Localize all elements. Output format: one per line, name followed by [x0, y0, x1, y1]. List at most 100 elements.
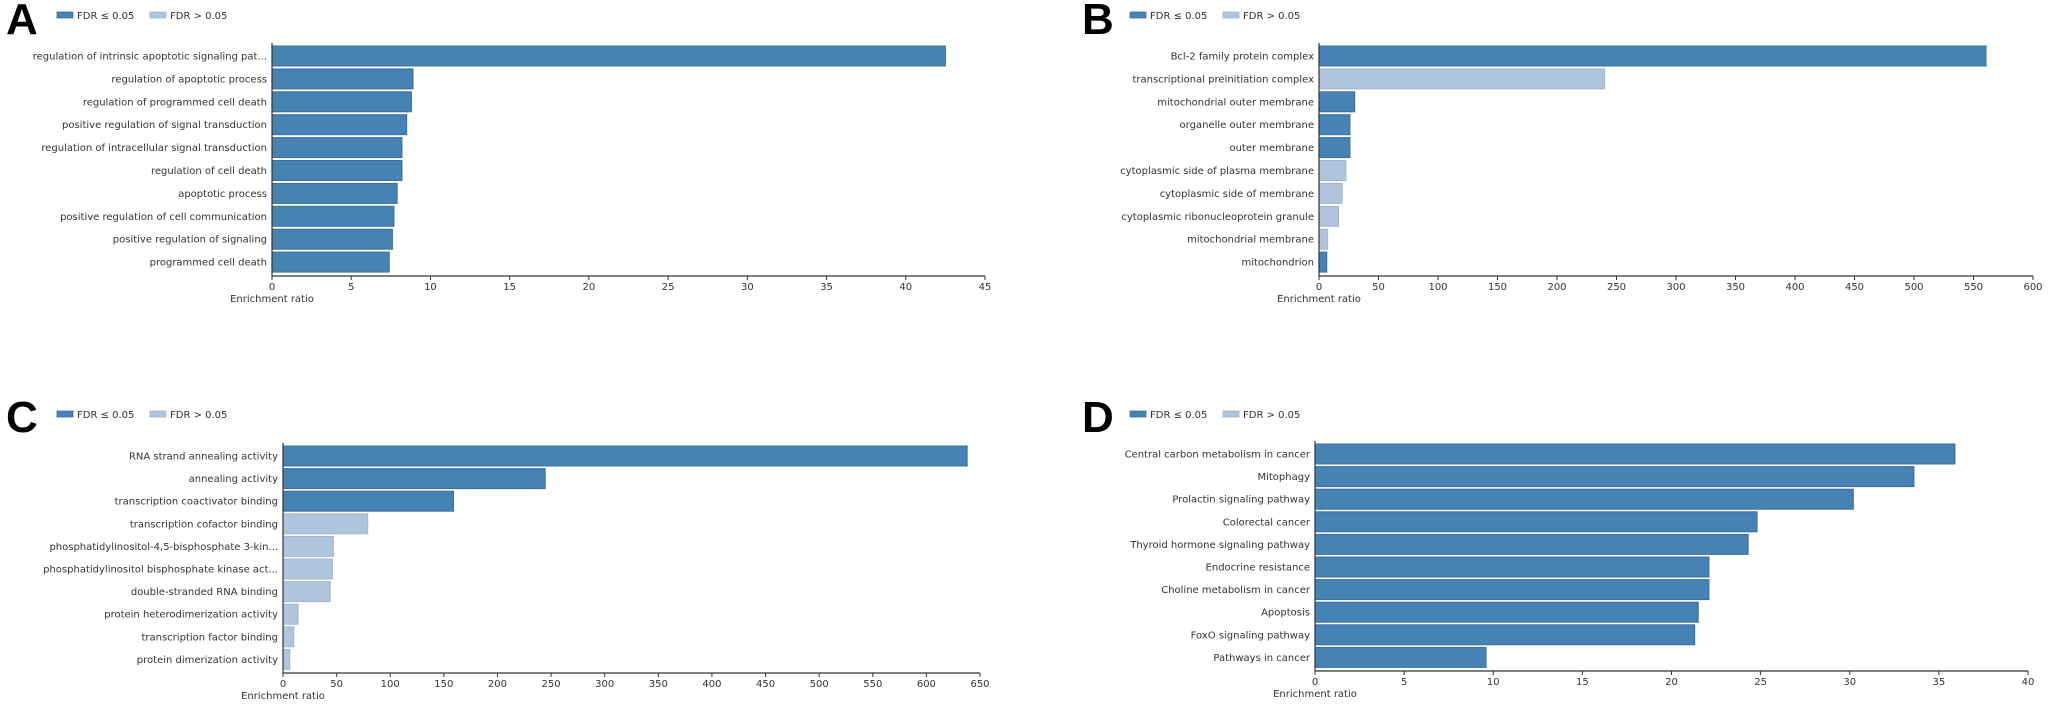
legend: FDR ≤ 0.05 FDR > 0.05	[1129, 11, 1300, 22]
x-tick-label: 100	[381, 679, 400, 690]
x-tick-label: 500	[1904, 282, 1923, 293]
category-label: protein heterodimerization activity	[104, 610, 278, 621]
category-label: mitochondrion	[1241, 258, 1314, 269]
category-label: transcriptional preinitiation complex	[1132, 74, 1314, 85]
category-label: regulation of apoptotic process	[111, 74, 267, 85]
bar	[1314, 624, 1696, 646]
x-tick-label: 250	[1607, 282, 1626, 293]
x-axis-title: Enrichment ratio	[1273, 689, 1357, 700]
x-tick-label: 350	[1726, 282, 1745, 293]
bar	[282, 648, 291, 670]
legend: FDR ≤ 0.05 FDR > 0.05	[1129, 410, 1300, 421]
x-tick-label: 450	[756, 679, 775, 690]
bar	[1314, 488, 1854, 510]
bar	[1318, 45, 1987, 67]
bar	[1314, 443, 1956, 465]
legend-swatch-significant	[1129, 410, 1147, 418]
bar	[271, 91, 412, 113]
category-label: cytoplasmic side of plasma membrane	[1120, 166, 1314, 177]
x-tick-label: 15	[1576, 677, 1589, 688]
legend-label-nonsignificant: FDR > 0.05	[170, 11, 227, 22]
x-axis-title: Enrichment ratio	[1277, 294, 1361, 305]
x-tick-label: 50	[1372, 282, 1385, 293]
bar	[271, 160, 403, 181]
category-label: Mitophagy	[1257, 472, 1310, 483]
x-tick-label: 0	[1316, 282, 1322, 293]
x-tick-label: 25	[1754, 677, 1767, 688]
bar	[1318, 114, 1351, 136]
bar	[271, 228, 393, 250]
x-tick-label: 30	[1843, 677, 1856, 688]
bar	[1314, 556, 1710, 578]
x-tick-label: 0	[280, 679, 286, 690]
bar	[1314, 601, 1699, 623]
x-tick-label: 35	[820, 282, 833, 293]
panel-letter: C	[6, 393, 38, 442]
x-tick-label: 25	[662, 282, 675, 293]
category-label: phosphatidylinositol bisphosphate kinase…	[43, 565, 278, 576]
bar	[1314, 466, 1915, 488]
category-label: transcription coactivator binding	[115, 497, 278, 508]
bar	[271, 205, 395, 227]
x-tick-label: 5	[1401, 677, 1407, 688]
x-tick-label: 550	[863, 679, 882, 690]
bar	[1314, 646, 1487, 668]
x-tick-label: 300	[1666, 282, 1685, 293]
x-tick-label: 40	[2022, 677, 2035, 688]
bar	[271, 68, 414, 90]
bar	[1318, 91, 1356, 113]
category-label: Colorectal cancer	[1223, 517, 1311, 528]
bar	[282, 445, 968, 467]
bar	[282, 513, 369, 535]
x-tick-label: 450	[1845, 282, 1864, 293]
x-tick-label: 400	[702, 679, 721, 690]
legend-swatch-nonsignificant	[149, 410, 167, 418]
enrichment-figure: A FDR ≤ 0.05 FDR > 0.05 regulation of intri…	[6, 0, 2043, 702]
panel-letter: D	[1082, 393, 1114, 442]
category-label: Pathways in cancer	[1213, 653, 1310, 664]
x-tick-label: 250	[542, 679, 561, 690]
legend: FDR ≤ 0.05 FDR > 0.05	[56, 11, 227, 22]
bar	[271, 45, 946, 67]
bar	[1318, 228, 1329, 250]
legend-label-nonsignificant: FDR > 0.05	[170, 410, 227, 421]
category-label: double-stranded RNA binding	[131, 587, 278, 598]
x-tick-label: 45	[979, 282, 992, 293]
bar	[282, 626, 295, 648]
x-tick-label: 10	[1487, 677, 1500, 688]
bar	[1318, 182, 1343, 204]
x-tick-label: 150	[434, 679, 453, 690]
category-label: positive regulation of signal transducti…	[62, 120, 267, 131]
category-label: regulation of programmed cell death	[83, 97, 267, 108]
x-tick-label: 15	[503, 282, 516, 293]
legend-label-nonsignificant: FDR > 0.05	[1243, 11, 1300, 22]
bar	[1318, 137, 1351, 159]
category-label: annealing activity	[189, 474, 278, 485]
x-tick-label: 200	[1547, 282, 1566, 293]
category-label: transcription cofactor binding	[130, 519, 278, 530]
x-tick-label: 0	[1312, 677, 1318, 688]
category-label: mitochondrial outer membrane	[1157, 97, 1314, 108]
panel-b: B FDR ≤ 0.05 FDR > 0.05 Bcl-2 family protei…	[1082, 0, 2043, 305]
bar	[1314, 511, 1758, 533]
category-label: programmed cell death	[150, 258, 267, 269]
legend-label-significant: FDR ≤ 0.05	[77, 11, 134, 22]
category-label: positive regulation of signaling	[113, 235, 267, 246]
x-tick-label: 5	[348, 282, 354, 293]
legend-swatch-nonsignificant	[149, 11, 167, 19]
category-label: Prolactin signaling pathway	[1172, 495, 1310, 506]
category-label: Endocrine resistance	[1206, 563, 1310, 574]
bar	[282, 558, 333, 580]
x-tick-label: 600	[917, 679, 936, 690]
legend-swatch-significant	[56, 410, 74, 418]
x-tick-label: 35	[1933, 677, 1946, 688]
category-label: phosphatidylinositol-4,5-bisphosphate 3-…	[49, 542, 278, 553]
legend-swatch-nonsignificant	[1222, 11, 1240, 19]
bar	[1318, 205, 1340, 227]
x-tick-label: 10	[424, 282, 437, 293]
x-tick-label: 650	[970, 679, 989, 690]
x-tick-label: 40	[899, 282, 912, 293]
category-label: Choline metabolism in cancer	[1161, 585, 1311, 596]
x-tick-label: 20	[1665, 677, 1678, 688]
panel-letter: A	[6, 0, 38, 44]
